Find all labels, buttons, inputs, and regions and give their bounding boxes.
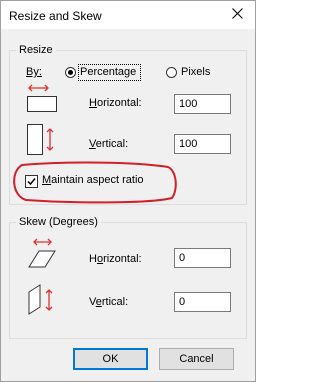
vertical-skew-icon: [28, 284, 53, 315]
resize-horizontal-label: Horizontal:: [89, 97, 142, 109]
skew-vertical-input[interactable]: 0: [174, 292, 231, 312]
skew-horizontal-input[interactable]: 0: [174, 248, 231, 268]
ok-button[interactable]: OK: [73, 348, 148, 370]
cancel-button[interactable]: Cancel: [159, 348, 234, 370]
dialog-title: Resize and Skew: [9, 9, 102, 23]
by-label: By:: [26, 66, 42, 78]
resize-and-skew-dialog: Resize and Skew Resize By: Percentage Pi…: [0, 0, 256, 382]
skew-horizontal-label: Horizontal:: [89, 253, 142, 265]
percentage-radio[interactable]: [65, 67, 76, 78]
horizontal-skew-icon: [28, 238, 56, 268]
percentage-label[interactable]: Percentage: [80, 66, 136, 78]
title-bar[interactable]: Resize and Skew: [1, 1, 255, 29]
dialog-body: Resize By: Percentage Pixels Horizontal:…: [1, 29, 255, 381]
skew-group-label: Skew (Degrees): [16, 216, 101, 228]
highlight-ellipse: [13, 161, 177, 204]
resize-horizontal-input[interactable]: 100: [174, 94, 231, 114]
skew-vertical-label: Vertical:: [89, 296, 129, 308]
vertical-resize-icon: [27, 124, 54, 155]
close-button[interactable]: [225, 3, 251, 25]
resize-vertical-label: Vertical:: [89, 138, 129, 150]
resize-vertical-input[interactable]: 100: [174, 134, 231, 154]
resize-group-label: Resize: [16, 44, 56, 56]
pixels-radio[interactable]: [166, 67, 177, 78]
pixels-label[interactable]: Pixels: [181, 66, 210, 78]
close-icon: [232, 8, 243, 19]
radio-selected-dot: [68, 70, 73, 75]
horizontal-resize-icon: [27, 84, 57, 112]
